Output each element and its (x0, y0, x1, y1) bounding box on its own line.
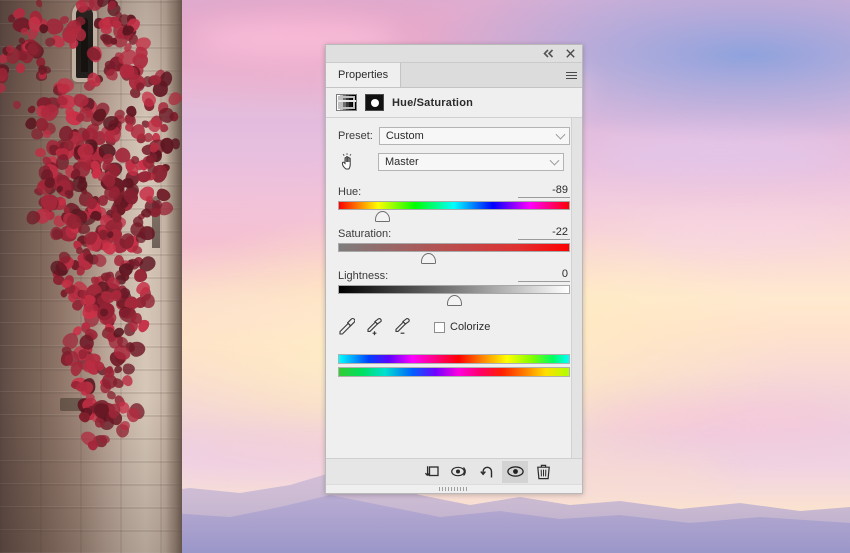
panel-resize-grip[interactable] (326, 484, 582, 493)
channel-row: Master (338, 152, 570, 172)
close-icon[interactable] (564, 47, 577, 60)
lightness-slider-header: Lightness: 0 (338, 268, 570, 282)
saturation-value[interactable]: -22 (518, 226, 570, 240)
saturation-slider-group: Saturation: -22 (338, 226, 570, 264)
eyedropper-tools-row: Colorize (338, 318, 570, 336)
adjustment-title: Hue/Saturation (392, 96, 474, 109)
adjustment-header: Hue/Saturation (326, 88, 582, 118)
panel-title-bar[interactable] (326, 45, 582, 63)
lightness-label: Lightness: (338, 270, 389, 282)
saturation-slider-thumb[interactable] (421, 253, 437, 264)
lightness-slider-thumb[interactable] (447, 295, 462, 306)
lightness-value[interactable]: 0 (518, 268, 570, 282)
hue-slider-thumb[interactable] (375, 211, 391, 222)
lightness-track-wrap[interactable] (338, 285, 570, 306)
view-previous-state-button[interactable] (446, 461, 472, 483)
eyedropper-add-icon[interactable] (366, 318, 383, 336)
panel-tab-bar[interactable]: Properties (326, 63, 582, 88)
saturation-gradient-track[interactable] (338, 243, 570, 252)
toggle-visibility-button[interactable] (502, 460, 528, 483)
targeted-adjustment-hand-icon[interactable] (338, 152, 358, 172)
color-range-spectrums (338, 354, 570, 377)
arched-window (76, 6, 93, 78)
tower-right-edge (166, 0, 182, 553)
saturation-slider-header: Saturation: -22 (338, 226, 570, 240)
tab-properties[interactable]: Properties (326, 63, 402, 87)
source-color-spectrum[interactable] (338, 354, 570, 364)
hue-slider-group: Hue: -89 (338, 184, 570, 222)
wall-niche (152, 196, 160, 248)
properties-panel[interactable]: Properties Hue/Saturation Preset: Custom (325, 44, 583, 494)
result-color-spectrum[interactable] (338, 367, 570, 377)
hue-gradient-track[interactable] (338, 201, 570, 210)
chevron-down-icon (555, 129, 566, 140)
channel-value: Master (385, 156, 419, 168)
preset-value: Custom (385, 130, 424, 142)
eyedropper-subtract-icon[interactable] (394, 318, 411, 336)
collapse-panel-icon[interactable] (542, 47, 555, 60)
preset-row: Preset: Custom (338, 127, 570, 145)
reset-button[interactable] (474, 461, 500, 483)
hue-value[interactable]: -89 (518, 184, 570, 198)
preset-select[interactable]: Custom (378, 127, 570, 145)
colorize-label: Colorize (450, 321, 491, 333)
panel-content: Preset: Custom Master Hue: -89 Saturatio… (326, 118, 582, 458)
delete-layer-button[interactable] (530, 461, 556, 483)
hue-track-wrap[interactable] (338, 201, 570, 222)
hue-saturation-thumbnail-icon[interactable] (336, 94, 357, 111)
clip-to-layer-button[interactable] (418, 461, 444, 483)
panel-footer-toolbar (326, 458, 582, 484)
panel-menu-icon[interactable] (560, 63, 582, 87)
colorize-checkbox-row[interactable]: Colorize (434, 321, 490, 333)
screenshot-canvas: Properties Hue/Saturation Preset: Custom (0, 0, 850, 553)
wall-stone-detail (60, 398, 86, 411)
lightness-gradient-track[interactable] (338, 285, 570, 294)
tower-shading (0, 0, 182, 553)
colorize-checkbox[interactable] (434, 321, 445, 333)
saturation-label: Saturation: (338, 228, 392, 240)
window-slot (81, 18, 88, 72)
preset-label: Preset: (338, 130, 373, 142)
layer-mask-thumbnail-icon[interactable] (365, 94, 384, 111)
hue-slider-header: Hue: -89 (338, 184, 570, 198)
panel-scrollbar[interactable] (571, 118, 582, 458)
stone-tower (0, 0, 182, 553)
eyedropper-icon[interactable] (338, 318, 356, 336)
tab-bar-filler (401, 63, 560, 87)
hue-label: Hue: (338, 186, 362, 198)
channel-select[interactable]: Master (378, 153, 564, 171)
saturation-track-wrap[interactable] (338, 243, 570, 264)
chevron-down-icon (549, 155, 560, 166)
lightness-slider-group: Lightness: 0 (338, 268, 570, 306)
